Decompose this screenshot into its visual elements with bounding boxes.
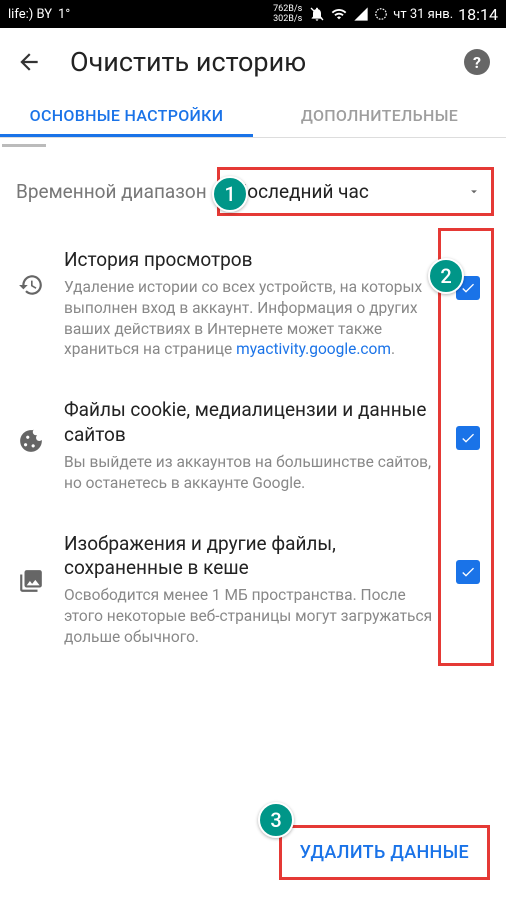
tab-basic[interactable]: ОСНОВНЫЕ НАСТРОЙКИ (0, 92, 253, 137)
app-header: Очистить историю ? (0, 28, 506, 92)
option-desc: Вы выйдете из аккаунтов на большинстве с… (64, 452, 438, 494)
step-badge-2: 2 (428, 258, 464, 294)
time-range-label: Временной диапазон (16, 180, 207, 203)
sub-indicator (2, 144, 46, 147)
date-label: чт 31 янв. (393, 7, 453, 22)
myactivity-link[interactable]: myactivity.google.com (236, 340, 391, 358)
tab-indicator (0, 134, 253, 137)
battery-icon (374, 6, 388, 22)
chevron-down-icon (467, 180, 481, 203)
help-icon[interactable]: ? (464, 49, 490, 75)
time-range-select[interactable]: Последний час (217, 167, 494, 216)
page-title: Очистить историю (70, 46, 436, 78)
step-badge-3: 3 (258, 802, 294, 838)
checkbox-cookies[interactable] (456, 426, 484, 450)
history-icon (18, 272, 46, 302)
tabs: ОСНОВНЫЕ НАСТРОЙКИ ДОПОЛНИТЕЛЬНЫЕ (0, 92, 506, 138)
back-icon[interactable] (16, 49, 42, 75)
dnd-icon (309, 6, 325, 22)
cookie-icon (18, 428, 46, 458)
footer: УДАЛИТЬ ДАННЫЕ (279, 825, 490, 880)
status-bar: life:) BY 1° 762B/s 302B/s чт 31 янв. 18… (0, 0, 506, 28)
carrier-label: life:) BY (8, 7, 52, 22)
temp-label: 1° (58, 7, 70, 22)
network-speed: 762B/s 302B/s (273, 4, 302, 24)
option-cookies[interactable]: Файлы cookie, медиалицензии и данные сай… (0, 378, 506, 511)
time-label: 18:14 (458, 5, 498, 24)
signal-icon (353, 6, 369, 22)
wifi-icon (330, 6, 348, 22)
image-icon (18, 568, 46, 598)
step-badge-1: 1 (212, 176, 248, 212)
options-list: История просмотров Удаление истории со в… (0, 228, 506, 666)
time-range-value: Последний час (234, 180, 369, 203)
option-title: Изображения и другие файлы, сохраненные … (64, 532, 438, 581)
option-cache[interactable]: Изображения и другие файлы, сохраненные … (0, 512, 506, 666)
tab-advanced[interactable]: ДОПОЛНИТЕЛЬНЫЕ (253, 92, 506, 137)
delete-data-button[interactable]: УДАЛИТЬ ДАННЫЕ (279, 825, 490, 880)
option-title: Файлы cookie, медиалицензии и данные сай… (64, 398, 438, 447)
option-title: История просмотров (64, 248, 438, 273)
time-range-row: Временной диапазон Последний час (0, 155, 506, 228)
checkbox-cache[interactable] (456, 560, 484, 584)
option-desc: Удаление истории со всех устройств, на к… (64, 277, 438, 361)
option-history[interactable]: История просмотров Удаление истории со в… (0, 228, 506, 378)
option-desc: Освободится менее 1 МБ пространства. Пос… (64, 585, 438, 648)
